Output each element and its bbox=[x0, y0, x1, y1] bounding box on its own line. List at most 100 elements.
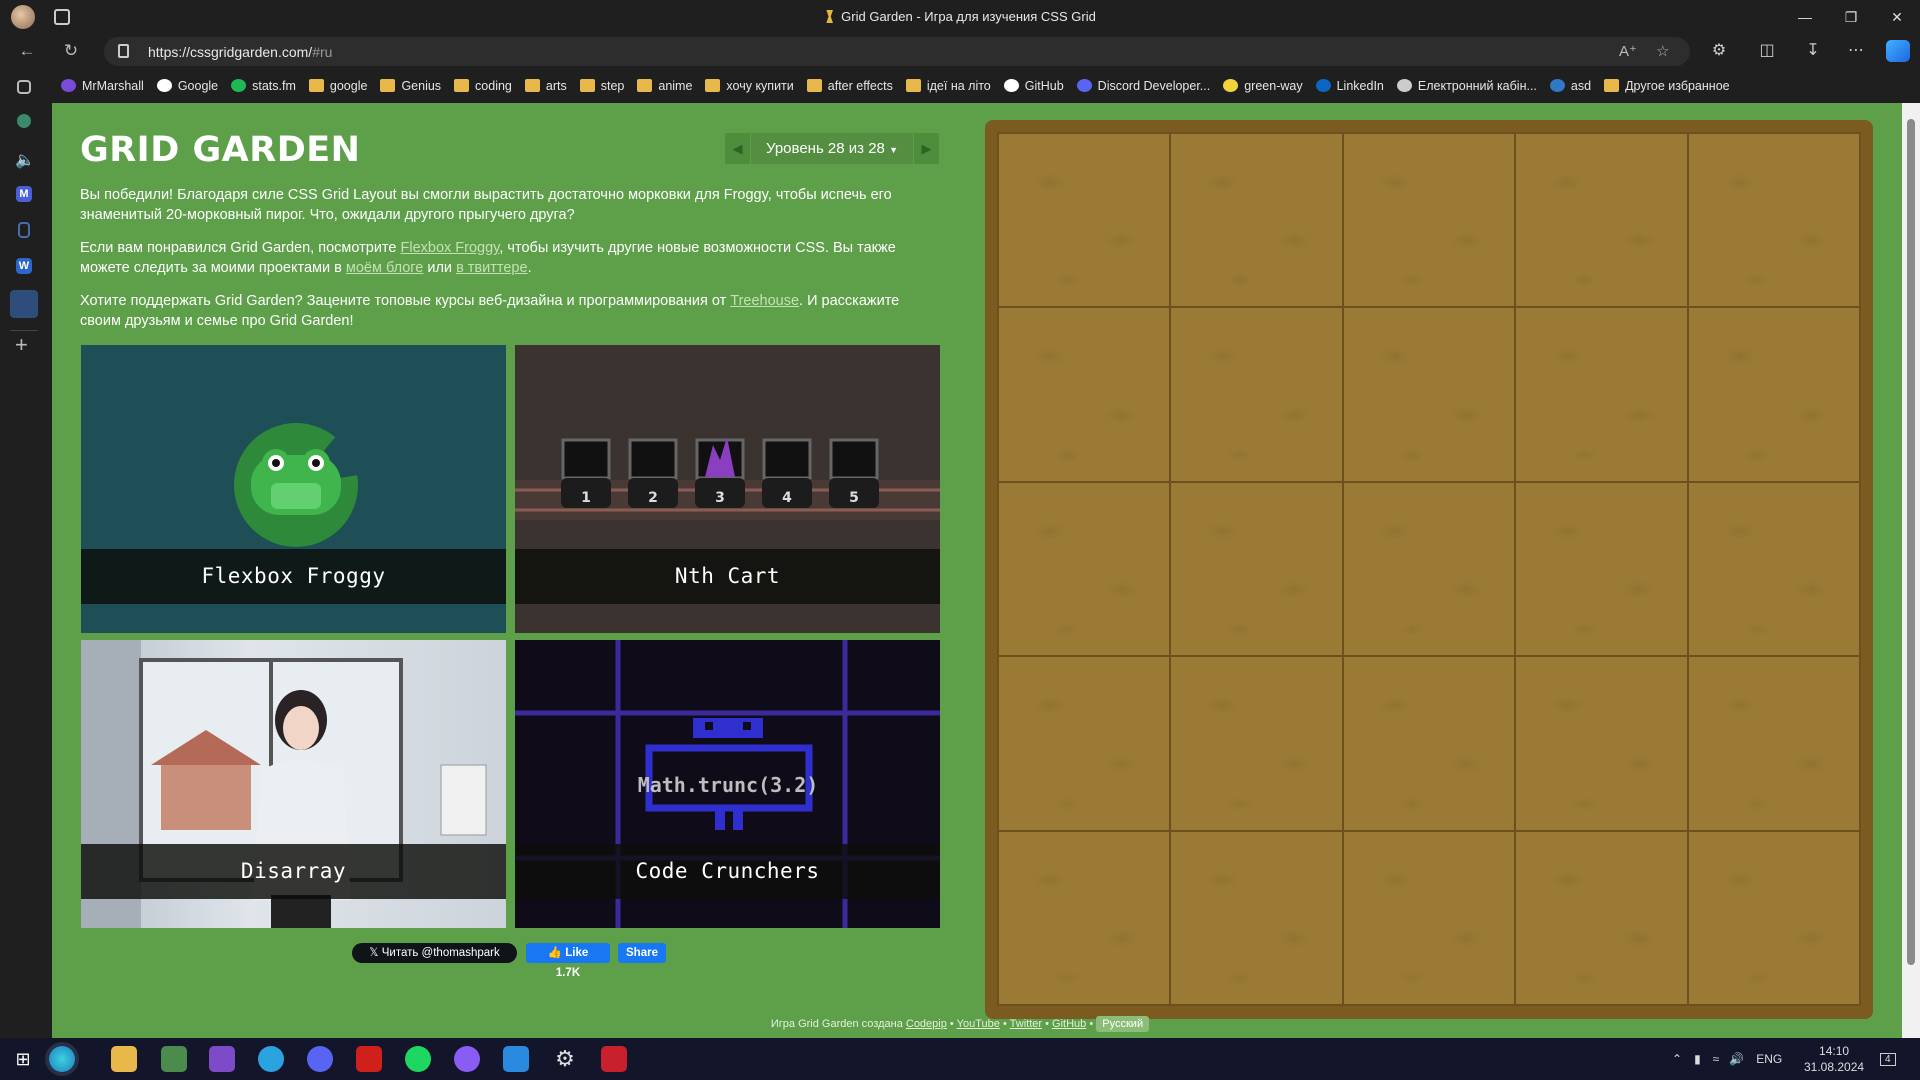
extensions-icon[interactable]: ⚙ bbox=[1708, 40, 1730, 60]
battery-icon[interactable]: ▮ bbox=[1694, 1052, 1701, 1066]
bookmark-9[interactable]: хочу купити bbox=[705, 78, 794, 93]
bookmarks-other-folder[interactable]: Другое избранное bbox=[1604, 79, 1730, 93]
twitter-link[interactable]: в твиттере bbox=[456, 260, 528, 276]
language-select[interactable]: Русский bbox=[1096, 1016, 1150, 1032]
soil-grid bbox=[997, 132, 1861, 1006]
telegram-icon[interactable] bbox=[258, 1046, 284, 1072]
soil-cell bbox=[1343, 308, 1515, 481]
bookmark-8[interactable]: anime bbox=[637, 79, 692, 93]
bookmark-16[interactable]: Електронний кабін... bbox=[1396, 79, 1537, 93]
bookmark-13[interactable]: Discord Developer... bbox=[1076, 79, 1210, 93]
back-arrow-icon[interactable]: ← bbox=[16, 40, 38, 62]
codepip-link[interactable]: Codepip bbox=[906, 1018, 947, 1030]
add-icon[interactable]: + bbox=[15, 332, 35, 357]
close-button[interactable]: ✕ bbox=[1874, 0, 1920, 34]
page-scrollbar[interactable] bbox=[1902, 103, 1920, 1038]
bookmark-10[interactable]: after effects bbox=[806, 79, 893, 93]
flexbox-froggy-link[interactable]: Flexbox Froggy bbox=[401, 240, 500, 256]
wifi-icon[interactable]: ≈ bbox=[1713, 1052, 1720, 1066]
spotify-icon[interactable] bbox=[405, 1046, 431, 1072]
card-disarray[interactable]: Disarray bbox=[81, 640, 506, 928]
drive-icon[interactable] bbox=[17, 114, 31, 128]
facebook-like-button[interactable]: 👍 Like 1.7K bbox=[526, 943, 610, 979]
bookmark-7[interactable]: step bbox=[579, 79, 624, 93]
copilot-icon[interactable] bbox=[1886, 40, 1910, 62]
discord-icon[interactable] bbox=[307, 1046, 333, 1072]
sidebar-divider bbox=[10, 330, 38, 331]
soil-cell bbox=[999, 482, 1170, 656]
bookmark-15[interactable]: LinkedIn bbox=[1315, 78, 1384, 93]
speaker-icon[interactable]: 🔈 bbox=[15, 150, 35, 170]
antivirus-icon[interactable] bbox=[601, 1046, 627, 1072]
bookmark-12[interactable]: GitHub bbox=[1003, 79, 1064, 93]
refresh-icon[interactable]: ↻ bbox=[60, 40, 82, 62]
github-desktop-icon[interactable] bbox=[454, 1046, 480, 1072]
m-app-icon[interactable]: M bbox=[16, 186, 32, 202]
tabs-icon[interactable] bbox=[17, 80, 31, 94]
vscode-icon[interactable] bbox=[503, 1046, 529, 1072]
language-indicator[interactable]: ENG bbox=[1756, 1052, 1782, 1066]
folder-icon bbox=[1604, 79, 1620, 92]
bookmark-label: хочу купити bbox=[726, 78, 794, 93]
card-flexbox-froggy[interactable]: Flexbox Froggy bbox=[81, 345, 506, 633]
next-level-icon[interactable]: ▶ bbox=[914, 133, 939, 164]
chevron-up-icon[interactable]: ⌃ bbox=[1672, 1052, 1682, 1066]
downloads-icon[interactable]: ↧ bbox=[1802, 40, 1824, 60]
minimize-button[interactable]: — bbox=[1782, 0, 1828, 34]
bookmark-6[interactable]: arts bbox=[524, 79, 567, 93]
windows-start-icon[interactable]: ⊞ bbox=[10, 1046, 36, 1072]
bookmark-14[interactable]: green-way bbox=[1223, 79, 1303, 93]
promo-paragraph: Если вам понравился Grid Garden, посмотр… bbox=[80, 240, 896, 276]
read-aloud-icon[interactable]: A⁺ bbox=[1619, 42, 1637, 60]
github-icon bbox=[1003, 79, 1019, 92]
visual-studio-icon[interactable] bbox=[209, 1046, 235, 1072]
twitter-footer-link[interactable]: Twitter bbox=[1010, 1018, 1042, 1030]
more-menu-icon[interactable]: ⋯ bbox=[1845, 40, 1867, 60]
volume-icon[interactable]: 🔊 bbox=[1729, 1052, 1744, 1066]
document-icon[interactable] bbox=[18, 222, 30, 238]
settings-gear-icon[interactable]: ⚙ bbox=[552, 1046, 578, 1072]
split-screen-icon[interactable]: ◫ bbox=[1756, 40, 1778, 60]
edge-icon[interactable] bbox=[49, 1046, 75, 1072]
cart-2: 2 bbox=[628, 438, 678, 508]
card-title: Flexbox Froggy bbox=[81, 549, 506, 604]
bookmark-1[interactable]: Google bbox=[156, 79, 218, 93]
treehouse-link[interactable]: Treehouse bbox=[730, 293, 799, 309]
grid-garden-tab-icon[interactable] bbox=[10, 290, 38, 318]
bookmark-0[interactable]: MrMarshall bbox=[61, 79, 144, 93]
twitter-follow-button[interactable]: 𝕏 Читать @thomashpark bbox=[352, 943, 517, 963]
bookmark-11[interactable]: ідеї на літо bbox=[905, 79, 991, 93]
notification-center-icon[interactable]: 4 bbox=[1880, 1038, 1896, 1080]
youtube-link[interactable]: YouTube bbox=[957, 1018, 1000, 1030]
facebook-share-button[interactable]: Share bbox=[618, 943, 666, 963]
bookmark-5[interactable]: coding bbox=[454, 79, 512, 93]
level-indicator[interactable]: Уровень 28 из 28 ▼ bbox=[751, 133, 913, 164]
grid-garden-favicon-icon bbox=[826, 10, 833, 23]
github-link[interactable]: GitHub bbox=[1052, 1018, 1086, 1030]
restore-button[interactable]: ❐ bbox=[1828, 0, 1874, 34]
previous-level-icon[interactable]: ◀ bbox=[725, 133, 750, 164]
bookmark-label: MrMarshall bbox=[82, 78, 144, 93]
blog-link[interactable]: моём блоге bbox=[346, 260, 423, 276]
bookmark-4[interactable]: Genius bbox=[380, 79, 441, 93]
lock-icon[interactable] bbox=[118, 44, 129, 58]
bookmark-label: LinkedIn bbox=[1336, 78, 1384, 93]
url-input[interactable]: https://cssgridgarden.com/#ru A⁺ ☆ bbox=[104, 37, 1690, 66]
acrobat-icon[interactable] bbox=[356, 1046, 382, 1072]
folder-icon bbox=[806, 79, 822, 92]
favorite-star-icon[interactable]: ☆ bbox=[1656, 42, 1669, 60]
bookmark-2[interactable]: stats.fm bbox=[231, 79, 296, 93]
file-explorer-icon[interactable] bbox=[111, 1046, 137, 1072]
bookmark-17[interactable]: asd bbox=[1549, 78, 1592, 93]
bookmark-label: asd bbox=[1570, 78, 1592, 93]
scrollbar-thumb[interactable] bbox=[1907, 119, 1915, 965]
word-icon[interactable]: W bbox=[16, 258, 32, 274]
card-code-crunchers[interactable]: Math.trunc(3.2) Code Crunchers bbox=[515, 640, 940, 928]
snipping-icon[interactable] bbox=[161, 1046, 187, 1072]
soil-cell bbox=[1171, 134, 1342, 307]
bookmark-label: anime bbox=[658, 78, 693, 93]
folder-icon bbox=[524, 79, 540, 92]
bookmark-3[interactable]: google bbox=[308, 79, 367, 93]
card-nth-cart[interactable]: 1 2 3 4 5 Nth Cart bbox=[515, 345, 940, 633]
clock[interactable]: 14:10 31.08.2024 bbox=[1804, 1038, 1864, 1080]
